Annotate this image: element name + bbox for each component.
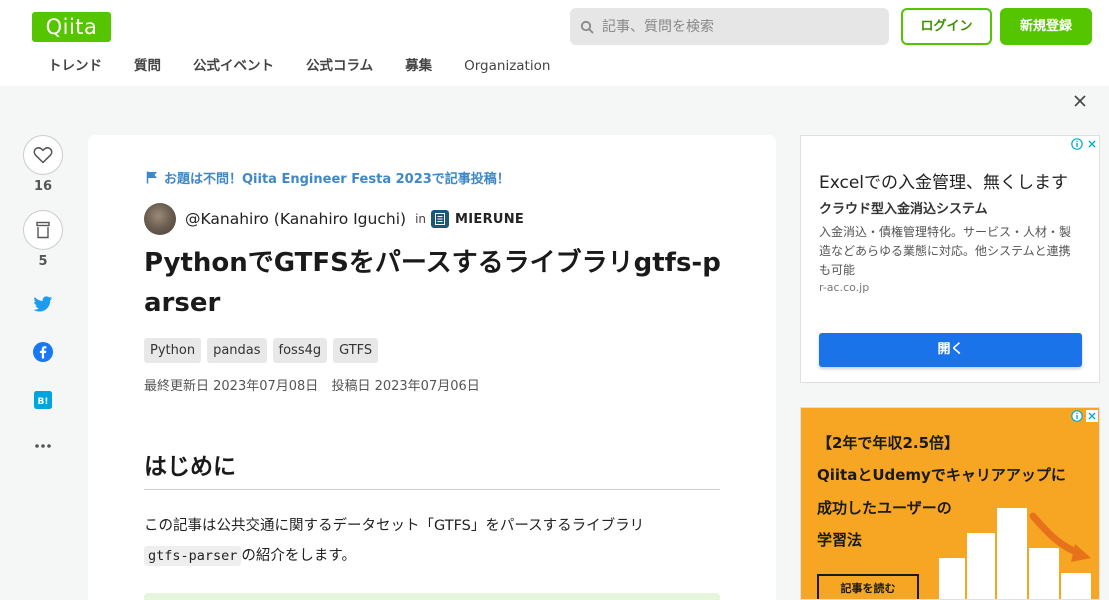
nav-questions[interactable]: 質問 xyxy=(118,56,177,78)
event-banner-text: お題は不問！Qiita Engineer Festa 2023で記事投稿！ xyxy=(164,172,510,187)
stock-button[interactable] xyxy=(23,210,63,250)
ad-domain: r-ac.co.jp xyxy=(819,281,870,294)
tag-gtfs[interactable]: GTFS xyxy=(333,338,379,363)
stair-graphic xyxy=(997,508,1027,599)
info-icon xyxy=(1071,138,1083,150)
posted-date: 投稿日 2023年07月06日 xyxy=(331,379,480,394)
ad-title: Excelでの入金管理、無くします xyxy=(819,173,1069,193)
ad-close-icon xyxy=(1085,410,1098,422)
more-button[interactable] xyxy=(23,434,63,458)
qiita-logo[interactable]: Qiita xyxy=(32,12,111,42)
intro-paragraph: この記事は公共交通に関するデータセット「GTFS」をパースするライブラリ gtfs… xyxy=(144,511,720,571)
tag-list: Python pandas foss4g GTFS xyxy=(144,338,384,363)
more-dots-icon xyxy=(35,444,51,448)
updated-date: 最終更新日 2023年07月08日 xyxy=(144,379,319,394)
org-logo-icon[interactable] xyxy=(431,210,450,228)
main-nav: トレンド 質問 公式イベント 公式コラム 募集 Organization xyxy=(32,56,566,78)
like-button[interactable] xyxy=(23,135,63,175)
intro-tail: の紹介をします。 xyxy=(241,548,356,564)
facebook-share-button[interactable] xyxy=(23,340,63,364)
tag-pandas[interactable]: pandas xyxy=(207,338,267,363)
hatena-share-button[interactable]: B! xyxy=(23,388,63,412)
nav-organization[interactable]: Organization xyxy=(448,56,566,78)
twitter-icon xyxy=(33,295,53,311)
search-box[interactable] xyxy=(570,8,889,45)
author-row: @Kanahiro (Kanahiro Iguchi) in MIERUNE xyxy=(144,203,524,235)
section-heading: はじめに xyxy=(144,447,720,490)
ad-choices-badge-2[interactable] xyxy=(1069,408,1099,424)
stock-count: 5 xyxy=(38,254,48,269)
ad2-headline-4: 学習法 xyxy=(817,531,863,549)
login-button[interactable]: ログイン xyxy=(901,8,992,45)
ad2-headline-3: 成功したユーザーの xyxy=(817,499,952,517)
ad-choices-badge[interactable] xyxy=(1069,136,1099,152)
stock-icon xyxy=(36,221,50,239)
hatena-bookmark-icon: B! xyxy=(34,391,52,409)
heart-icon xyxy=(33,147,53,164)
rising-arrow-icon xyxy=(1029,512,1091,562)
intro-text: この記事は公共交通に関するデータセット「GTFS」をパースするライブラリ xyxy=(144,518,645,534)
article-dates: 最終更新日 2023年07月08日 投稿日 2023年07月06日 xyxy=(144,375,489,394)
organization-name[interactable]: MIERUNE xyxy=(455,212,524,227)
article-title: PythonでGTFSをパースするライブラリgtfs-parser xyxy=(144,248,721,318)
event-banner-link[interactable]: お題は不問！Qiita Engineer Festa 2023で記事投稿！ xyxy=(146,168,510,187)
ad-panel-1[interactable]: Excelでの入金管理、無くします クラウド型入金消込システム 入金消込・債権管… xyxy=(800,135,1100,383)
stair-graphic xyxy=(1061,573,1091,599)
ad-close-icon xyxy=(1088,140,1096,148)
author-avatar[interactable] xyxy=(144,203,176,235)
ad2-headline-2: QiitaとUdemyでキャリアアップに xyxy=(817,466,1066,484)
in-label: in xyxy=(415,212,427,226)
note-box xyxy=(144,593,720,600)
stair-graphic xyxy=(967,533,995,599)
article-card: お題は不問！Qiita Engineer Festa 2023で記事投稿！ @K… xyxy=(88,135,776,600)
search-icon xyxy=(580,20,594,33)
svg-text:B!: B! xyxy=(38,397,49,407)
inline-code: gtfs-parser xyxy=(144,546,242,566)
ad-open-button[interactable]: 開く xyxy=(819,333,1082,367)
like-count: 16 xyxy=(33,179,53,194)
facebook-icon xyxy=(33,342,53,362)
article-actions: 16 5 B! xyxy=(23,135,65,458)
author-name[interactable]: @Kanahiro (Kanahiro Iguchi) xyxy=(185,210,406,228)
search-input[interactable] xyxy=(602,18,872,35)
info-icon xyxy=(1070,410,1083,422)
ad2-read-button[interactable]: 記事を読む xyxy=(817,574,919,599)
nav-official-events[interactable]: 公式イベント xyxy=(177,56,290,78)
close-icon[interactable] xyxy=(1071,92,1089,110)
signup-button[interactable]: 新規登録 xyxy=(1000,8,1092,45)
flag-icon xyxy=(146,171,157,184)
ad-description: 入金消込・債権管理特化。サービス・人材・製造などあらゆる業態に対応。他システムと… xyxy=(819,225,1072,277)
nav-trend[interactable]: トレンド xyxy=(32,56,118,78)
tag-foss4g[interactable]: foss4g xyxy=(272,338,328,363)
twitter-share-button[interactable] xyxy=(23,292,63,316)
stair-graphic xyxy=(939,558,965,599)
ad-subtitle: クラウド型入金消込システム xyxy=(819,202,988,217)
ad2-headline-1: 【2年で年収2.5倍】 xyxy=(817,434,960,452)
ad-panel-2[interactable]: 【2年で年収2.5倍】 QiitaとUdemyでキャリアアップに 成功したユーザ… xyxy=(800,407,1100,600)
nav-official-columns[interactable]: 公式コラム xyxy=(290,56,389,78)
tag-python[interactable]: Python xyxy=(144,338,202,363)
site-header: Qiita ログイン 新規登録 トレンド 質問 公式イベント 公式コラム 募集 … xyxy=(0,0,1109,86)
nav-recruitment[interactable]: 募集 xyxy=(389,56,448,78)
